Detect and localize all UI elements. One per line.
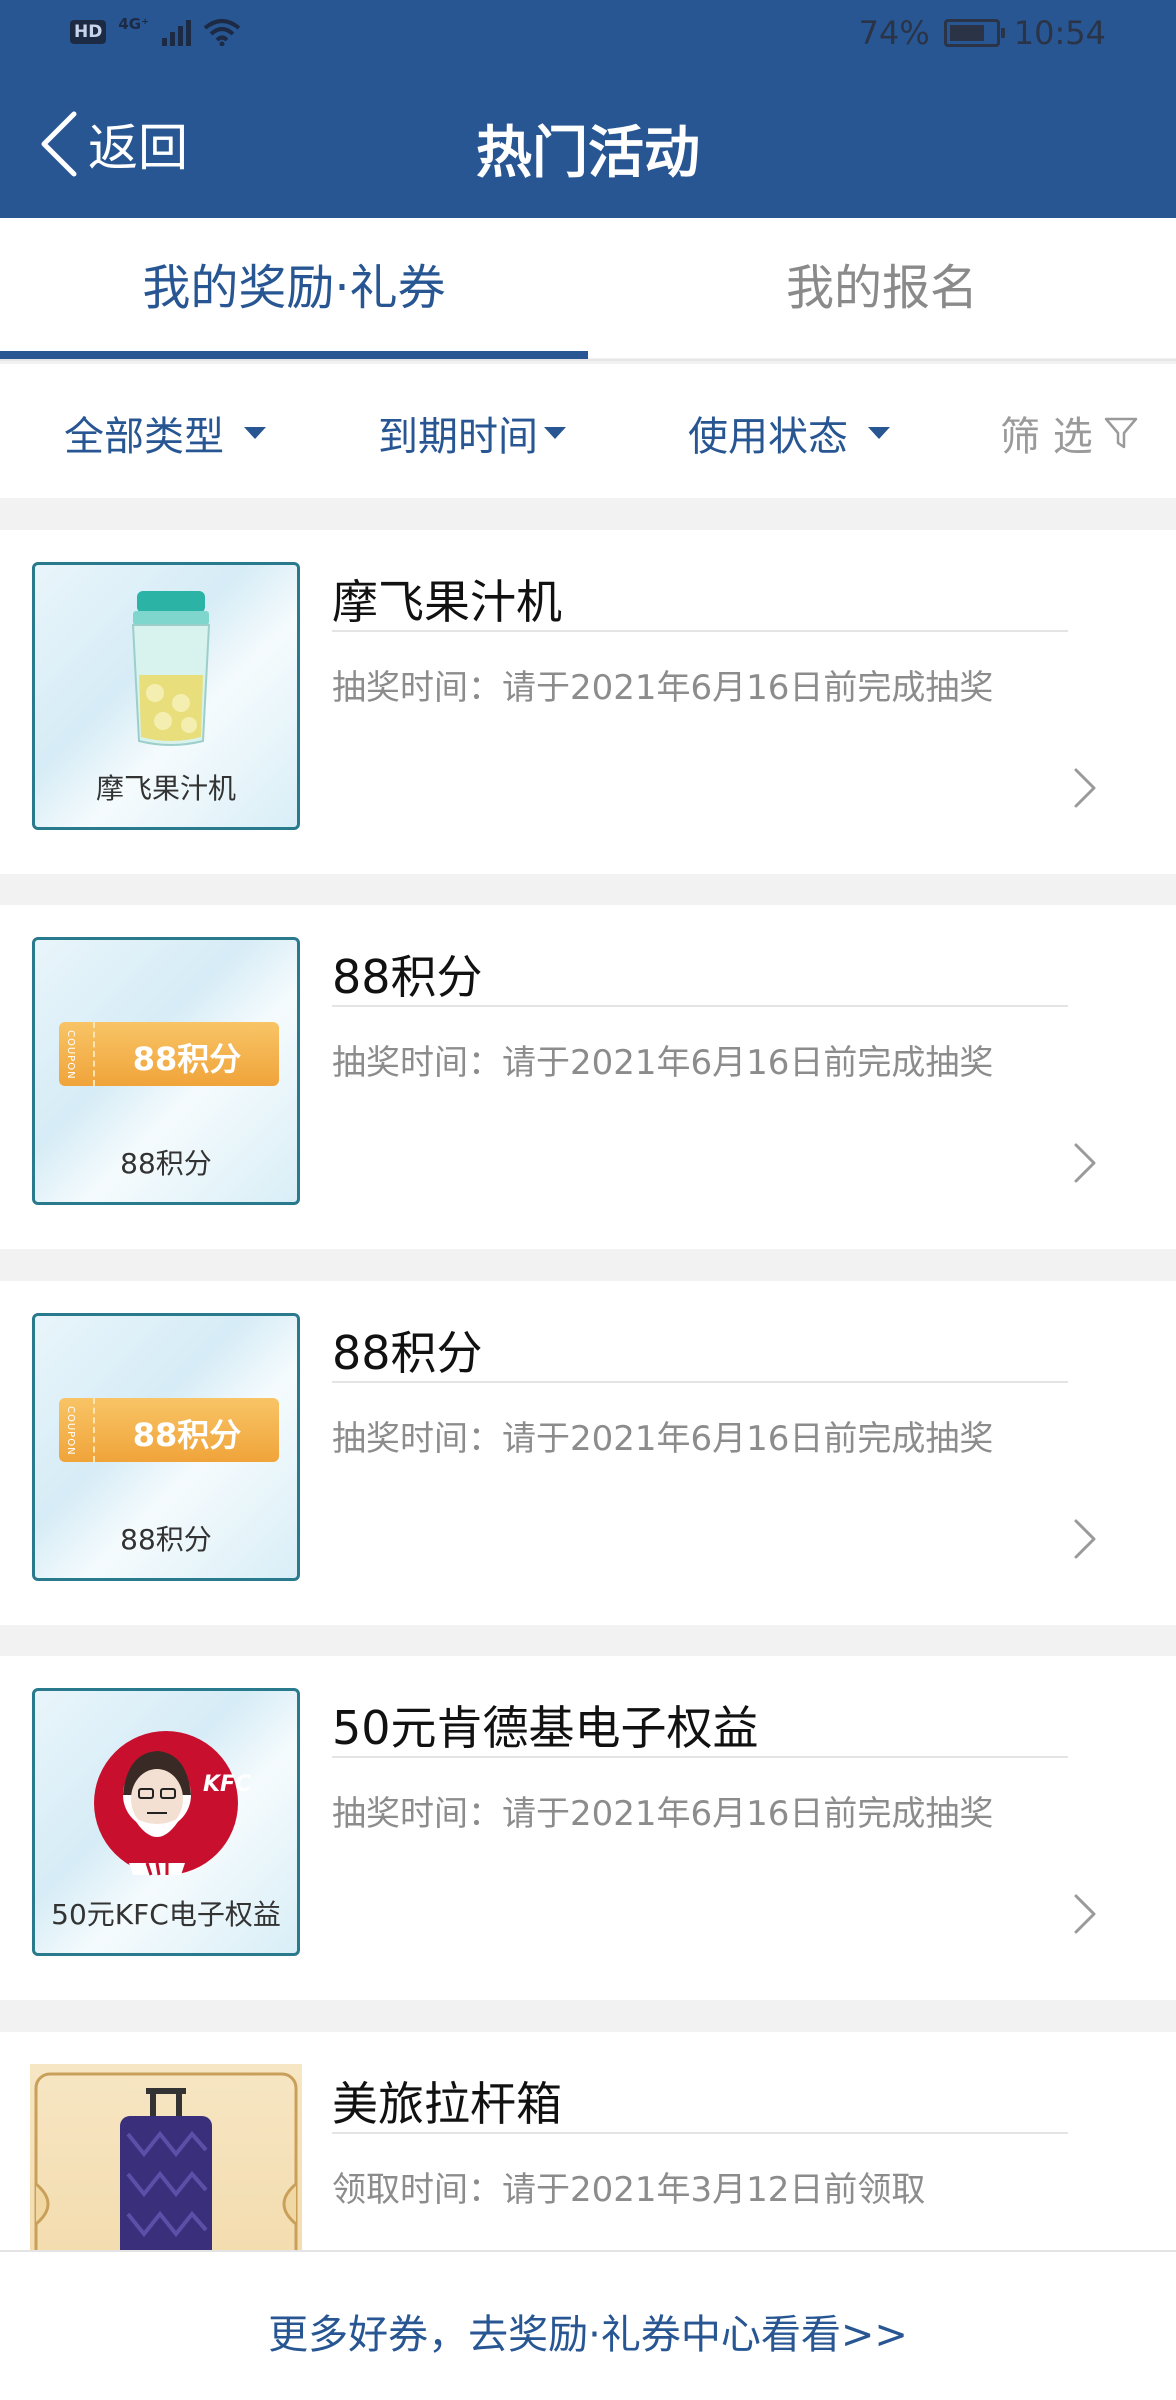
divider [332, 2132, 1068, 2134]
app-header: HD 4G⁺ 74% 10:54 返回 热门活动 [0, 0, 1176, 218]
thumbnail-caption: 50元KFC电子权益 [51, 1898, 281, 1931]
filter-status-label: 使用状态 [688, 414, 848, 460]
item-time: 抽奖时间：请于2021年6月16日前完成抽奖 [332, 1043, 994, 1083]
item-title: 美旅拉杆箱 [332, 2077, 562, 2131]
thumbnail-caption: 88积分 [120, 1147, 212, 1180]
filter-status-dropdown[interactable]: 使用状态 [688, 404, 890, 462]
active-tab-indicator [0, 351, 588, 359]
kfc-logo: KFC [94, 1731, 251, 1876]
filter-type-dropdown[interactable]: 全部类型 [64, 404, 266, 462]
coupon-graphic: COUPON 88积分 [59, 1398, 279, 1462]
chevron-right-icon [1074, 1143, 1096, 1183]
status-right: 74% 10:54 [859, 14, 1106, 52]
item-thumbnail [30, 2064, 302, 2250]
item-thumbnail: COUPON 88积分 88积分 [32, 937, 300, 1205]
item-thumbnail: 摩飞果汁机 [32, 562, 300, 830]
clock: 10:54 [1013, 14, 1106, 52]
divider [332, 1381, 1068, 1383]
coupon-stub: COUPON [59, 1022, 95, 1086]
network-type: 4G⁺ [118, 15, 150, 33]
coupon-graphic: COUPON 88积分 [59, 1022, 279, 1086]
filter-bar: 全部类型 到期时间 使用状态 筛 选 [0, 364, 1176, 498]
caret-down-icon [544, 427, 566, 439]
coupon-stub: COUPON [59, 1398, 95, 1462]
item-time: 抽奖时间：请于2021年6月16日前完成抽奖 [332, 668, 994, 708]
more-coupons-link[interactable]: 更多好券，去奖励·礼券中心看看>> [0, 2302, 1176, 2360]
item-title: 摩飞果汁机 [332, 575, 562, 629]
screen-label: 筛 选 [1000, 414, 1093, 460]
item-title: 88积分 [332, 1326, 483, 1380]
list-item[interactable]: 摩飞果汁机 摩飞果汁机 抽奖时间：请于2021年6月16日前完成抽奖 [0, 530, 1176, 874]
divider [332, 630, 1068, 632]
item-time: 抽奖时间：请于2021年6月16日前完成抽奖 [332, 1794, 994, 1834]
caret-down-icon [868, 427, 890, 439]
thumbnail-caption: 88积分 [120, 1523, 212, 1556]
list-item[interactable]: COUPON 88积分 88积分 88积分 抽奖时间：请于2021年6月16日前… [0, 905, 1176, 1249]
wifi-icon [203, 19, 241, 46]
status-bar: HD 4G⁺ 74% 10:54 [0, 0, 1176, 72]
filter-expiry-dropdown[interactable]: 到期时间 [378, 404, 566, 462]
filter-expiry-label: 到期时间 [378, 414, 538, 460]
signal-icon [162, 20, 192, 46]
item-thumbnail: KFC 50元KFC电子权益 [32, 1688, 300, 1956]
list-item[interactable]: COUPON 88积分 88积分 88积分 抽奖时间：请于2021年6月16日前… [0, 1281, 1176, 1625]
suitcase-image [34, 2072, 298, 2250]
item-title: 50元肯德基电子权益 [332, 1701, 759, 1755]
chevron-right-icon [1074, 1894, 1096, 1934]
divider [332, 1005, 1068, 1007]
divider [0, 359, 1176, 361]
item-time: 领取时间：请于2021年3月12日前领取 [332, 2170, 926, 2210]
filter-type-label: 全部类型 [64, 414, 224, 460]
caret-down-icon [244, 427, 266, 439]
item-time: 抽奖时间：请于2021年6月16日前完成抽奖 [332, 1419, 994, 1459]
bottom-bar: 更多好券，去奖励·礼券中心看看>> [0, 2250, 1176, 2400]
screen-button[interactable]: 筛 选 [1000, 404, 1139, 462]
divider [332, 1756, 1068, 1758]
page-title: 热门活动 [476, 121, 700, 186]
battery-percent: 74% [858, 14, 930, 52]
juicer-image [131, 591, 211, 746]
coupon-text: 88积分 [132, 1040, 242, 1078]
chevron-right-icon [1074, 1519, 1096, 1559]
tab-bar: 我的奖励·礼券 我的报名 [0, 218, 1176, 361]
hd-icon: HD [70, 20, 107, 44]
filter-funnel-icon [1104, 417, 1137, 449]
item-thumbnail: COUPON 88积分 88积分 [32, 1313, 300, 1581]
tab-my-registrations[interactable]: 我的报名 [588, 248, 1176, 318]
item-title: 88积分 [332, 950, 483, 1004]
list-item[interactable]: KFC 50元KFC电子权益 50元肯德基电子权益 抽奖时间：请于2021年6月… [0, 1656, 1176, 2000]
nav-bar: 返回 热门活动 [0, 72, 1176, 218]
tab-rewards-coupons[interactable]: 我的奖励·礼券 [0, 248, 588, 318]
battery-icon [943, 19, 1005, 47]
list-item[interactable]: 美旅拉杆箱 领取时间：请于2021年3月12日前领取 [0, 2032, 1176, 2250]
status-left: HD 4G⁺ [70, 15, 241, 46]
chevron-right-icon [1074, 768, 1096, 808]
coupon-text: 88积分 [132, 1416, 242, 1454]
svg-text:KFC: KFC [203, 1772, 251, 1797]
thumbnail-caption: 摩飞果汁机 [95, 772, 236, 805]
